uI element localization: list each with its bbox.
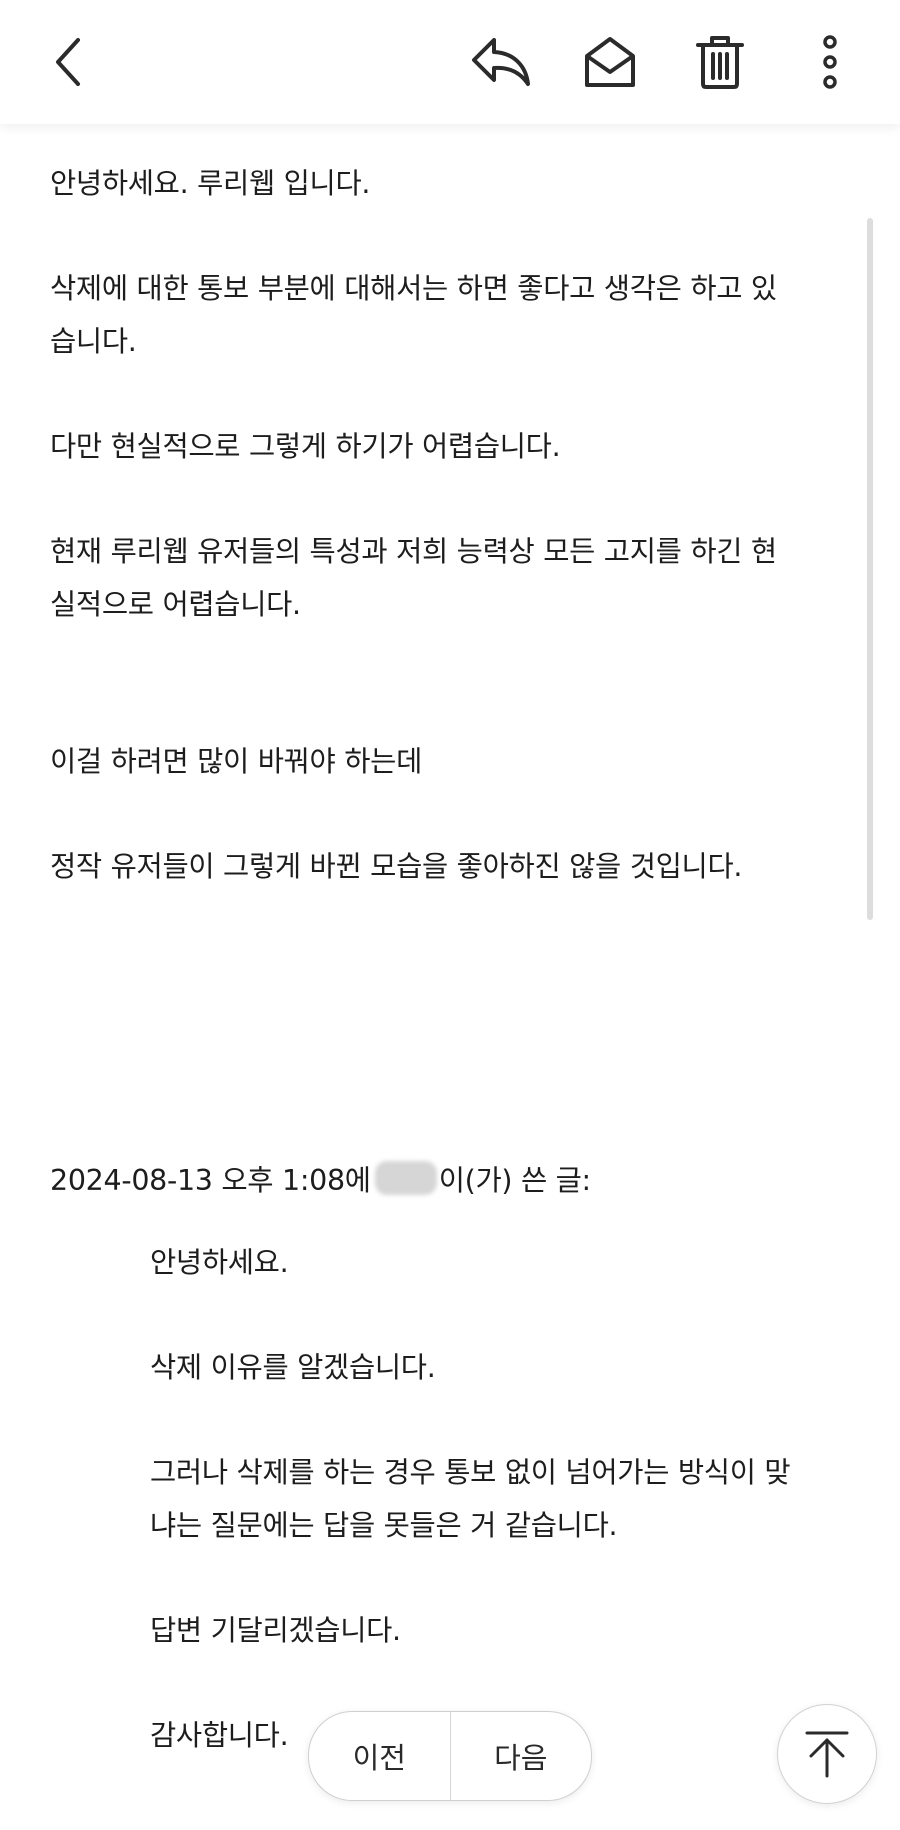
scroll-to-top-button[interactable] [777,1704,877,1804]
previous-button[interactable]: 이전 [309,1712,450,1800]
quoted-line: 냐는 질문에는 답을 못들은 거 같습니다. [150,1509,618,1542]
chevron-left-icon [56,38,80,86]
delete-button[interactable] [680,22,760,102]
reply-icon [472,38,530,86]
quote-header: 2024-08-13 오후 1:08에 이(가) 쓴 글: [50,1154,591,1207]
message-line: 정작 유저들이 그렇게 바뀐 모습을 좋아하진 않을 것입니다. [50,850,743,883]
message-line: 현재 루리웹 유저들의 특성과 저희 능력상 모든 고지를 하긴 현 [50,535,777,568]
envelope-open-icon [585,37,635,87]
reply-button[interactable] [460,22,540,102]
message-line: 이걸 하려면 많이 바꿔야 하는데 [50,745,422,778]
arrow-up-to-top-icon [805,1731,849,1778]
message-line: 삭제에 대한 통보 부분에 대해서는 하면 좋다고 생각은 하고 있 [50,272,777,305]
blurred-sender-name [374,1161,437,1195]
back-button[interactable] [28,22,108,102]
message-line: 안녕하세요. 루리웹 입니다. [50,167,371,200]
more-vertical-icon [823,35,837,89]
mark-unread-button[interactable] [570,22,650,102]
quoted-line: 안녕하세요. [150,1246,289,1279]
message-line: 습니다. [50,325,137,358]
quote-header-date: 2024-08-13 오후 1:08에 [50,1164,371,1197]
message-line: 다만 현실적으로 그렇게 하기가 어렵습니다. [50,430,561,463]
top-toolbar [0,0,900,124]
trash-icon [696,36,744,89]
quoted-line: 답변 기달리겠습니다. [150,1614,401,1647]
scrollbar[interactable] [867,218,873,920]
message-line: 실적으로 어렵습니다. [50,588,301,621]
more-options-button[interactable] [790,22,870,102]
quoted-line: 그러나 삭제를 하는 경우 통보 없이 넘어가는 방식이 맞 [150,1456,791,1489]
next-button[interactable]: 다음 [451,1712,592,1800]
quoted-line: 감사합니다. [150,1719,289,1752]
quoted-line: 삭제 이유를 알겠습니다. [150,1351,436,1384]
message-pager: 이전 다음 [308,1711,592,1801]
quote-header-suffix: 이(가) 쓴 글: [438,1164,591,1197]
